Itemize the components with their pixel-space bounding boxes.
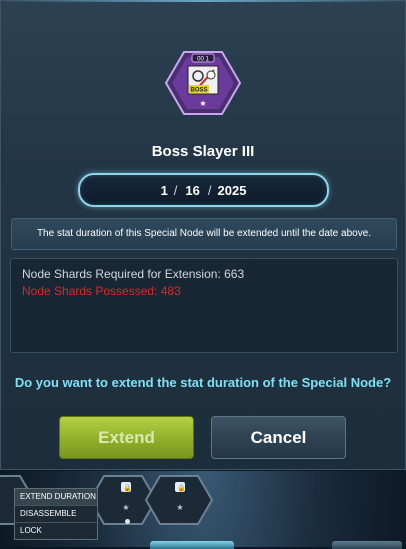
lock-icon: 🔒 — [123, 485, 132, 492]
extend-button[interactable]: Extend — [59, 416, 194, 459]
dialog-top-highlight — [0, 0, 406, 2]
page-indicator-dot — [125, 519, 130, 524]
context-menu-disassemble[interactable]: DISASSEMBLE — [15, 506, 97, 523]
lock-icon: 🔒 — [177, 485, 186, 492]
extend-dialog: 00 1 BOSS ★ Boss Slayer III 1 / 16 / 202… — [0, 0, 406, 471]
date-separator: / — [173, 182, 178, 198]
node-icon-label: BOSS — [190, 88, 207, 94]
extension-info-text: The stat duration of this Special Node w… — [11, 218, 397, 250]
context-menu-lock[interactable]: LOCK — [15, 523, 97, 539]
node-title: Boss Slayer III — [151, 143, 255, 160]
expiry-date-box: 1 / 16 / 2025 — [78, 173, 329, 207]
date-day: 16 — [185, 182, 200, 198]
cancel-button[interactable]: Cancel — [211, 416, 346, 459]
node-star-icon: ★ — [199, 99, 206, 108]
date-separator: / — [207, 182, 212, 198]
date-year: 2025 — [217, 182, 247, 198]
shards-required-text: Node Shards Required for Extension: 663 — [22, 267, 245, 281]
date-month: 1 — [160, 182, 168, 198]
special-node-icon: 00 1 BOSS ★ — [164, 51, 242, 115]
bottom-tab[interactable] — [150, 541, 234, 549]
svg-text:★: ★ — [122, 503, 129, 512]
context-menu-extend-duration[interactable]: EXTEND DURATION — [15, 489, 97, 506]
context-menu: EXTEND DURATION DISASSEMBLE LOCK — [14, 488, 98, 540]
shard-info-panel: Node Shards Required for Extension: 663 … — [10, 258, 398, 353]
confirmation-question: Do you want to extend the stat duration … — [14, 375, 392, 390]
node-badge-text: 00 1 — [197, 57, 209, 63]
bottom-tab[interactable] — [332, 541, 402, 549]
shards-possessed-text: Node Shards Possessed: 483 — [22, 284, 181, 298]
svg-text:★: ★ — [176, 503, 183, 512]
